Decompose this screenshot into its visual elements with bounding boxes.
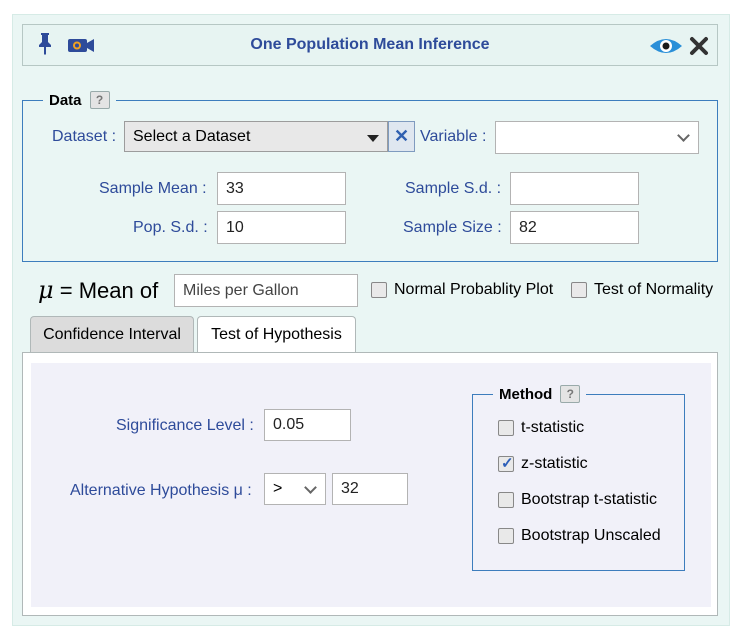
z-statistic-label: z-statistic: [521, 455, 588, 472]
dialog-title: One Population Mean Inference: [250, 36, 490, 53]
normality-test-checkbox[interactable]: [571, 282, 587, 298]
normal-plot-label: Normal Probablity Plot: [394, 281, 554, 298]
sample-mean-label: Sample Mean :: [99, 180, 207, 197]
sample-size-value: 82: [519, 218, 537, 236]
checkmark-icon: ✓: [501, 455, 514, 472]
pop-sd-input[interactable]: 10: [217, 211, 346, 244]
sample-mean-value: 33: [226, 179, 244, 197]
mu-symbol: μ: [38, 276, 54, 304]
tab-test-of-hypothesis[interactable]: Test of Hypothesis: [197, 316, 356, 353]
variable-select[interactable]: [495, 121, 699, 154]
dataset-select-value: Select a Dataset: [133, 127, 251, 145]
bootstrap-unscaled-label: Bootstrap Unscaled: [521, 527, 661, 544]
significance-value: 0.05: [273, 416, 305, 433]
sample-size-label: Sample Size :: [403, 219, 502, 236]
mean-of-input[interactable]: Miles per Gallon: [174, 274, 358, 307]
eye-icon[interactable]: [649, 36, 683, 56]
variable-label: Variable :: [420, 128, 487, 145]
chevron-down-icon: [304, 481, 317, 494]
method-legend: Method ?: [493, 385, 587, 403]
significance-label: Significance Level :: [116, 417, 254, 434]
significance-input[interactable]: 0.05: [264, 409, 351, 441]
dataset-label: Dataset :: [52, 128, 117, 145]
sample-sd-label: Sample S.d. :: [405, 180, 502, 197]
alternative-operator-select[interactable]: >: [264, 473, 326, 505]
sample-mean-input[interactable]: 33: [217, 172, 346, 205]
bootstrap-t-checkbox[interactable]: [498, 492, 514, 508]
z-statistic-checkbox[interactable]: ✓: [498, 455, 514, 472]
bootstrap-unscaled-checkbox[interactable]: [498, 528, 514, 544]
data-help-icon[interactable]: ?: [89, 91, 110, 109]
alternative-value-input[interactable]: 32: [332, 473, 408, 505]
dataset-select[interactable]: Select a Dataset: [124, 121, 388, 152]
alternative-operator-value: >: [273, 480, 283, 497]
alternative-label: Alternative Hypothesis μ :: [70, 482, 252, 499]
sample-sd-input[interactable]: [510, 172, 639, 205]
close-icon[interactable]: [689, 36, 709, 56]
t-statistic-checkbox[interactable]: [498, 420, 514, 436]
clear-dataset-button[interactable]: ✕: [388, 121, 415, 152]
method-legend-label: Method: [499, 385, 553, 403]
mean-of-label: μ = Mean of: [38, 276, 158, 304]
mean-of-text: = Mean of: [59, 278, 159, 303]
alternative-value: 32: [341, 480, 359, 497]
t-statistic-label: t-statistic: [521, 419, 585, 436]
caret-down-icon: [367, 135, 379, 142]
data-legend: Data ?: [43, 91, 116, 109]
bootstrap-t-label: Bootstrap t-statistic: [521, 491, 658, 508]
sample-size-input[interactable]: 82: [510, 211, 639, 244]
pop-sd-label: Pop. S.d. :: [133, 219, 208, 236]
pop-sd-value: 10: [226, 218, 244, 236]
method-help-icon[interactable]: ?: [560, 385, 581, 403]
data-legend-label: Data: [49, 91, 82, 109]
mean-of-value: Miles per Gallon: [183, 281, 299, 299]
chevron-down-icon: [677, 129, 690, 142]
normality-test-label: Test of Normality: [594, 281, 714, 298]
tab-confidence-interval[interactable]: Confidence Interval: [30, 316, 194, 352]
normal-plot-checkbox[interactable]: [371, 282, 387, 298]
title-bar: One Population Mean Inference: [22, 24, 718, 66]
